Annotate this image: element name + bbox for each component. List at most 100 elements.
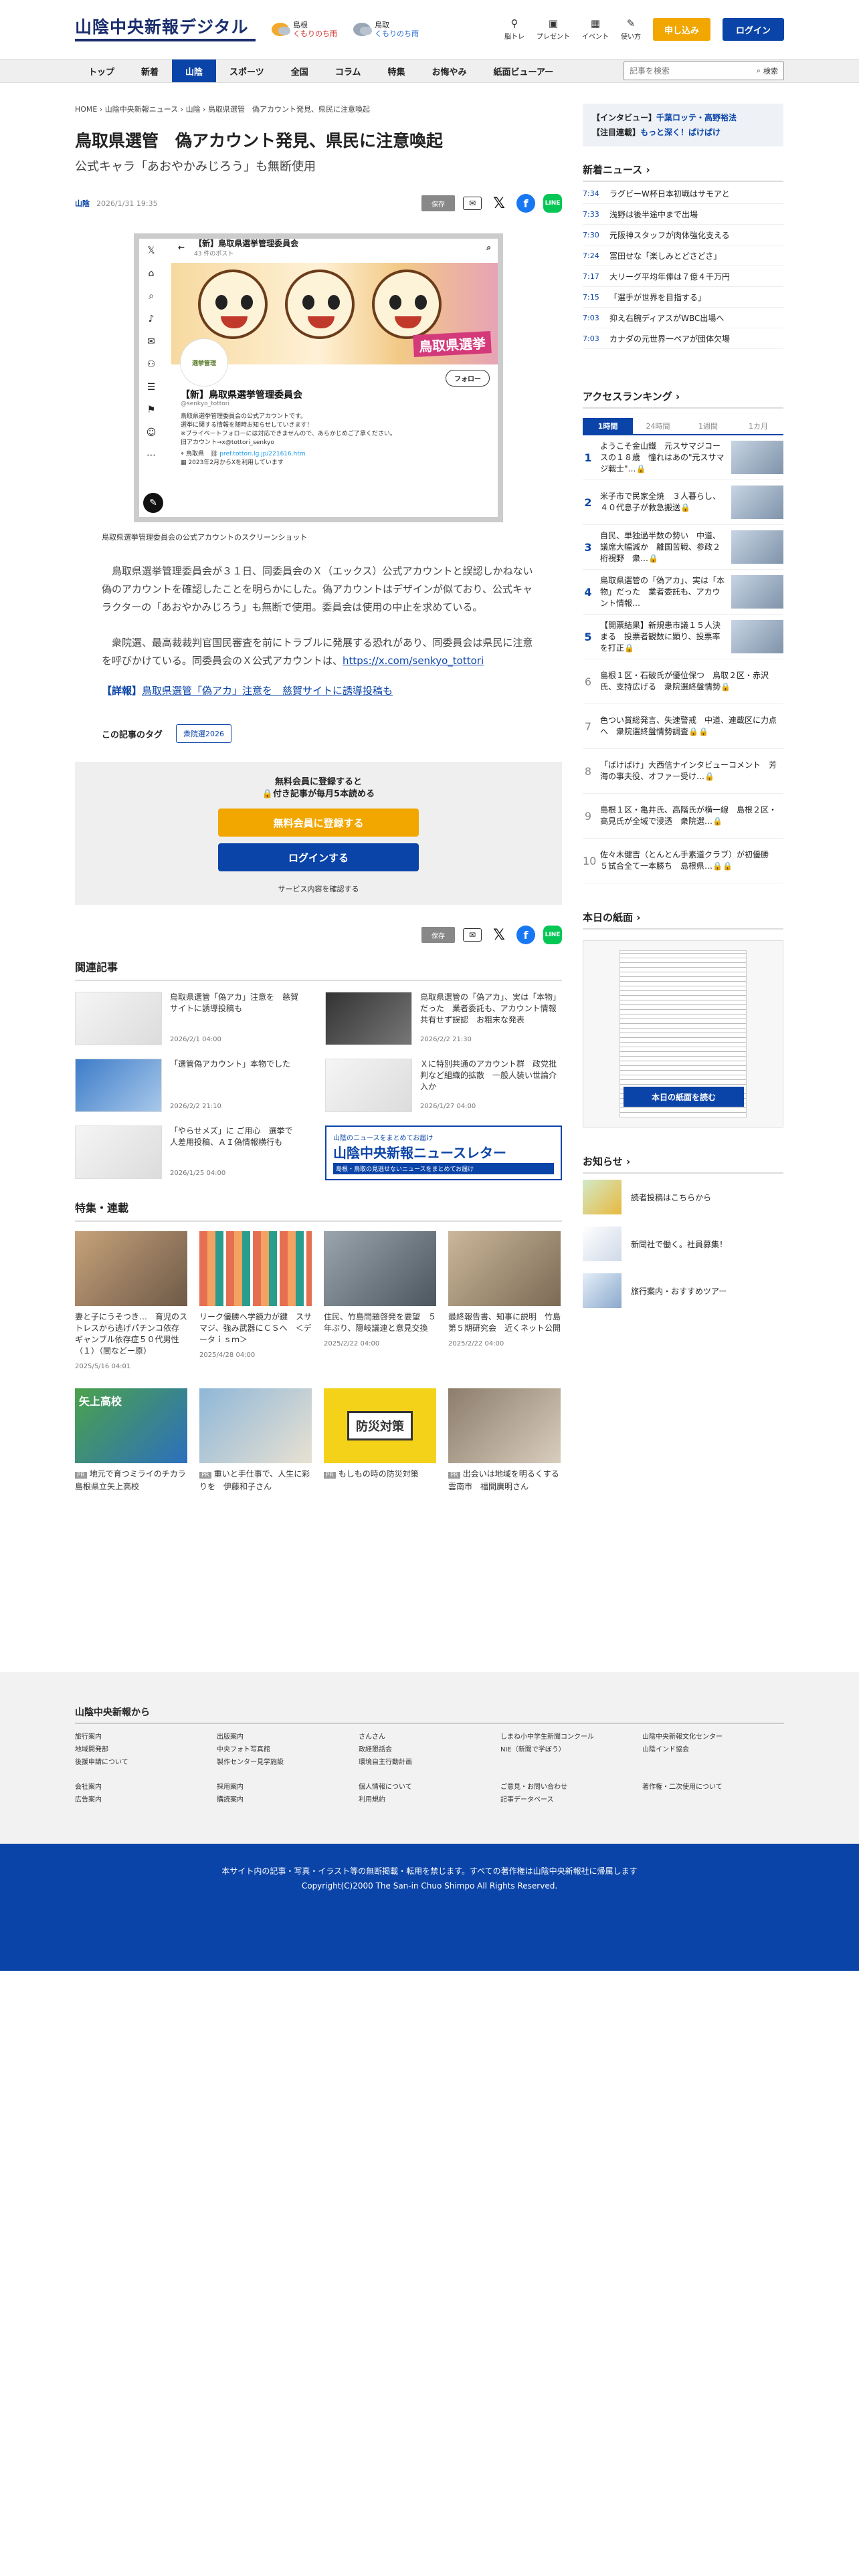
header-present[interactable]: ▣ プレゼント: [537, 18, 570, 41]
article-category[interactable]: 山陰: [75, 198, 90, 209]
ranking-item[interactable]: 2 米子市で民家全焼 ３人暮らし、４０代息子が救急搬送🔒: [583, 480, 783, 525]
footer-link[interactable]: 会社案内: [75, 1781, 217, 1791]
save-button[interactable]: 保存: [421, 927, 455, 943]
nav-item-column[interactable]: コラム: [322, 60, 375, 82]
notice-item[interactable]: 読者投稿はこちらから: [583, 1174, 783, 1220]
nav-item-feature[interactable]: 特集: [374, 60, 418, 82]
footer-link[interactable]: 後援申請について: [75, 1756, 217, 1766]
tab-24hours[interactable]: 24時間: [633, 418, 683, 434]
nav-item-paper-viewer[interactable]: 紙面ビューアー: [480, 60, 567, 82]
feature-item[interactable]: PR 出会いは地域を明るくする 雲南市 福間廣明さん: [448, 1388, 567, 1493]
nav-item-obituary[interactable]: お悔やみ: [418, 60, 480, 82]
search-button[interactable]: ⌕ 検索: [751, 66, 783, 76]
ranking-item[interactable]: 3 自民、単独過半数の勢い 中道、議席大幅減か 離国苦戦、参政２桁視野 衆…🔒: [583, 525, 783, 570]
line-icon[interactable]: LINE: [543, 926, 562, 944]
news-item[interactable]: 7:34 ラグビーW杯日本初戦はサモアと: [583, 183, 783, 204]
footer-link[interactable]: ご意見・お問い合わせ: [500, 1781, 642, 1791]
footer-link[interactable]: 採用案内: [217, 1781, 359, 1791]
login-button[interactable]: ログイン: [723, 18, 784, 41]
services-link[interactable]: サービス内容を確認する: [278, 883, 359, 894]
related-item[interactable]: Ｘに特別共通のアカウント群 政党批判など組織的拡散 一般人装い世論介入か 2026…: [325, 1059, 562, 1112]
read-paper-button[interactable]: 本日の紙面を読む: [624, 1087, 744, 1107]
header-event[interactable]: ▦ イベント: [582, 18, 609, 41]
tab-1month[interactable]: 1カ月: [733, 418, 783, 434]
promo-item[interactable]: 【インタビュー】千葉ロッテ・高野裕法: [592, 110, 774, 125]
footer-link[interactable]: 環境自主行動計画: [359, 1756, 500, 1766]
official-account-link[interactable]: https://x.com/senkyo_tottori: [343, 655, 484, 667]
news-item[interactable]: 7:24 冨田せな「楽しみとどさどさ」: [583, 245, 783, 266]
todays-paper[interactable]: 本日の紙面を読む: [583, 940, 783, 1128]
footer-link[interactable]: 著作権・二次使用について: [642, 1781, 784, 1791]
related-item[interactable]: 「やらせメズ」に ご用心 選挙で人差用投稿、ＡＩ偽情報横行も 2026/1/25 …: [75, 1125, 298, 1179]
line-icon[interactable]: LINE: [543, 194, 562, 213]
weather-tottori[interactable]: 鳥取 くもりのち雨: [353, 21, 419, 38]
mail-icon[interactable]: ✉: [463, 197, 482, 210]
footer-link[interactable]: 個人情報について: [359, 1781, 500, 1791]
tab-1week[interactable]: 1週間: [683, 418, 733, 434]
related-article-link[interactable]: 鳥取県選管「偽アカ」注意を 慈賀サイトに誘導投稿も: [142, 685, 393, 697]
paywall-login-button[interactable]: ログインする: [218, 843, 419, 871]
news-item[interactable]: 7:15 「選手が世界を目指する」: [583, 287, 783, 308]
paper-heading[interactable]: 本日の紙面 ›: [583, 910, 783, 930]
header-brain-training[interactable]: ⚲ 脳トレ: [504, 18, 524, 41]
notice-item[interactable]: 新聞社で働く。社員募集！: [583, 1220, 783, 1267]
footer-link[interactable]: NIE（新聞で学ぼう）: [500, 1743, 642, 1753]
related-item[interactable]: 鳥取県選管「偽アカ」注意を 慈賀サイトに誘導投稿も 2026/2/1 04:00: [75, 992, 298, 1045]
x-share-icon[interactable]: 𝕏: [490, 194, 508, 213]
footer-link[interactable]: 購読案内: [217, 1794, 359, 1804]
feature-item[interactable]: 妻と子にうそつき… 育児のストレスから逃げパチンコ依存 ギャンブル依存症５０代男…: [75, 1231, 189, 1372]
footer-link[interactable]: 旅行案内: [75, 1731, 217, 1741]
facebook-icon[interactable]: f: [516, 926, 535, 944]
news-item[interactable]: 7:17 大リーグ平均年俸は７億４千万円: [583, 266, 783, 287]
ranking-item[interactable]: 8 「ばけばけ」大西信ナインタビューコメント 芳海の事夫役、オファー受け…🔒: [583, 749, 783, 794]
footer-link[interactable]: 広告案内: [75, 1794, 217, 1804]
nav-item-national[interactable]: 全国: [278, 60, 322, 82]
mail-icon[interactable]: ✉: [463, 928, 482, 942]
ranking-item[interactable]: 1 ようこそ金山鐵 元スサマジコースの１８歳 憧れはあの"元スサマジ戦士"…🔒: [583, 435, 783, 480]
footer-link[interactable]: 出版案内: [217, 1731, 359, 1741]
promo-item[interactable]: 【注目連載】もっと深く！ぱけぱけ: [592, 125, 774, 140]
tab-1hour[interactable]: 1時間: [583, 418, 633, 434]
ranking-item[interactable]: 6 島根１区・石破氏が優位保つ 鳥取２区・赤沢氏、支持広げる 衆院選終盤情勢🔒: [583, 659, 783, 704]
ranking-item[interactable]: 9 島根１区・亀井氏、高階氏が横一線 島根２区・高見氏が全域で浸透 衆院選…🔒: [583, 794, 783, 839]
nav-item-new[interactable]: 新着: [128, 60, 172, 82]
related-item[interactable]: 鳥取県選管の「偽アカ」、実は「本物」だった 業者委託も、アカウント情報共有せず誤…: [325, 992, 562, 1045]
header-help[interactable]: ✎ 使い方: [621, 18, 641, 41]
register-free-button[interactable]: 無料会員に登録する: [218, 809, 419, 837]
notice-item[interactable]: 旅行案内・おすすめツアー: [583, 1267, 783, 1314]
ranking-item[interactable]: 4 鳥取県選管の「偽アカ」、実は「本物」だった 業者委託も、アカウント情報…: [583, 570, 783, 615]
facebook-icon[interactable]: f: [516, 194, 535, 213]
news-item[interactable]: 7:03 抑え右腕ディアスがWBC出場へ: [583, 308, 783, 328]
feature-item[interactable]: リーク優勝へ学鏡力が鍵 スサマジ、強み武器にＣＳへ ＜データｉｓｍ＞ 2025/4…: [199, 1231, 313, 1372]
news-item[interactable]: 7:03 カナダの元世界一ペアが団体欠場: [583, 328, 783, 349]
ranking-item[interactable]: 10 佐々木健吉（とんとん手素道クラブ）が初優勝 ５試合全て一本勝ち 島根県…🔒🔒: [583, 839, 783, 883]
footer-link[interactable]: 山陰インド協会: [642, 1743, 784, 1753]
footer-link[interactable]: しまね小中学生新聞コンクール: [500, 1731, 642, 1741]
ranking-heading[interactable]: アクセスランキング ›: [583, 389, 783, 409]
footer-link[interactable]: 政経懇話会: [359, 1743, 500, 1753]
ranking-item[interactable]: 5 【開票結果】新規患市議１５人決まる 投票者観数に顕り、投票率を打正🔒: [583, 615, 783, 659]
news-item[interactable]: 7:33 浅野は後半途中まで出場: [583, 204, 783, 225]
ranking-item[interactable]: 7 色つい賞総発言、失速警戒 中道、連載区に力点へ 衆院選終盤情勢調査🔒🔒: [583, 704, 783, 749]
feature-item[interactable]: PR 重いと手仕事で、人生に彩りを 伊藤和子さん: [199, 1388, 313, 1493]
breadcrumb[interactable]: HOME › 山陰中央新報ニュース › 山陰 › 鳥取県選管 偽アカウント発見、…: [75, 104, 562, 114]
nav-item-sanin[interactable]: 山陰: [172, 60, 217, 82]
nav-item-top[interactable]: トップ: [75, 60, 128, 82]
feature-item[interactable]: 住民、竹島問題啓発を要望 ５年ぶり、隠岐議連と意見交換 2025/2/22 04:…: [324, 1231, 438, 1372]
related-item[interactable]: 「選管偽アカウント」本物でした 2026/2/2 21:10: [75, 1059, 298, 1112]
save-button[interactable]: 保存: [421, 195, 455, 211]
footer-link[interactable]: 記事データベース: [500, 1794, 642, 1804]
latest-news-heading[interactable]: 新着ニュース ›: [583, 163, 783, 182]
notice-heading[interactable]: お知らせ ›: [583, 1154, 783, 1174]
feature-item[interactable]: 防災対策 PR もしもの時の防災対策: [324, 1388, 438, 1493]
subscribe-button[interactable]: 申し込み: [653, 18, 710, 41]
footer-link[interactable]: 利用規約: [359, 1794, 500, 1804]
footer-link[interactable]: さんさん: [359, 1731, 500, 1741]
x-share-icon[interactable]: 𝕏: [490, 926, 508, 944]
footer-link[interactable]: 山陰中央新報文化センター: [642, 1731, 784, 1741]
search-input[interactable]: [624, 66, 751, 76]
footer-link[interactable]: 製作センター見学施設: [217, 1756, 359, 1766]
footer-link[interactable]: 中央フォト写真館: [217, 1743, 359, 1753]
weather-shimane[interactable]: 島根 くもりのち雨: [272, 21, 337, 38]
feature-item[interactable]: 矢上高校 PR 地元で育つミライのチカラ 島根県立矢上高校: [75, 1388, 194, 1493]
